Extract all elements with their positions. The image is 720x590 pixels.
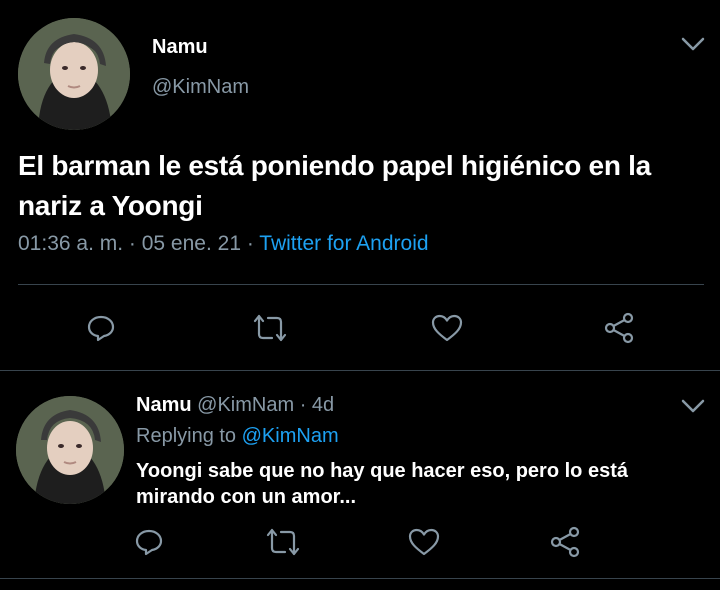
retweet-icon[interactable] bbox=[253, 312, 287, 344]
avatar-photo bbox=[18, 18, 130, 130]
tweet-text: El barman le está poniendo papel higiéni… bbox=[18, 146, 708, 226]
like-icon[interactable] bbox=[407, 527, 441, 557]
avatar-photo bbox=[16, 396, 124, 504]
tweet-date[interactable]: 05 ene. 21 bbox=[142, 232, 241, 255]
meta-separator: · bbox=[241, 232, 260, 255]
avatar[interactable] bbox=[18, 18, 130, 130]
author-handle[interactable]: @KimNam bbox=[197, 394, 294, 416]
meta-separator: · bbox=[123, 232, 142, 255]
tweet-age[interactable]: · 4d bbox=[300, 394, 334, 416]
reply-icon[interactable] bbox=[134, 527, 164, 557]
reply-icon[interactable] bbox=[86, 313, 116, 343]
divider bbox=[18, 284, 704, 285]
chevron-down-icon[interactable] bbox=[680, 34, 706, 54]
share-icon[interactable] bbox=[602, 311, 636, 345]
tweet-meta: 01:36 a. m. · 05 ene. 21 · Twitter for A… bbox=[18, 232, 429, 256]
share-icon[interactable] bbox=[548, 525, 582, 559]
chevron-down-icon[interactable] bbox=[680, 396, 706, 416]
tweet-time[interactable]: 01:36 a. m. bbox=[18, 232, 123, 255]
tweet-source[interactable]: Twitter for Android bbox=[259, 232, 428, 255]
author-name[interactable]: Namu bbox=[136, 394, 192, 416]
replying-to: Replying to @KimNam bbox=[136, 425, 339, 448]
reply-text: Yoongi sabe que no hay que hacer eso, pe… bbox=[136, 458, 706, 510]
reply-text-line-1: Yoongi sabe que no hay que hacer eso, pe… bbox=[136, 460, 628, 482]
replying-to-handle[interactable]: @KimNam bbox=[242, 425, 339, 447]
divider bbox=[0, 578, 720, 579]
tweet-text-line-1: El barman le está poniendo papel higiéni… bbox=[18, 150, 651, 181]
like-icon[interactable] bbox=[430, 313, 464, 343]
replying-to-label: Replying to bbox=[136, 425, 237, 447]
reply-header: Namu @KimNam · 4d bbox=[136, 394, 334, 417]
author-name[interactable]: Namu bbox=[152, 36, 208, 59]
tweet-text-line-2: nariz a Yoongi bbox=[18, 190, 203, 221]
retweet-icon[interactable] bbox=[266, 526, 300, 558]
author-handle[interactable]: @KimNam bbox=[152, 76, 249, 99]
avatar[interactable] bbox=[16, 396, 124, 504]
reply-text-line-2: mirando con un amor... bbox=[136, 486, 357, 508]
divider bbox=[0, 370, 720, 371]
